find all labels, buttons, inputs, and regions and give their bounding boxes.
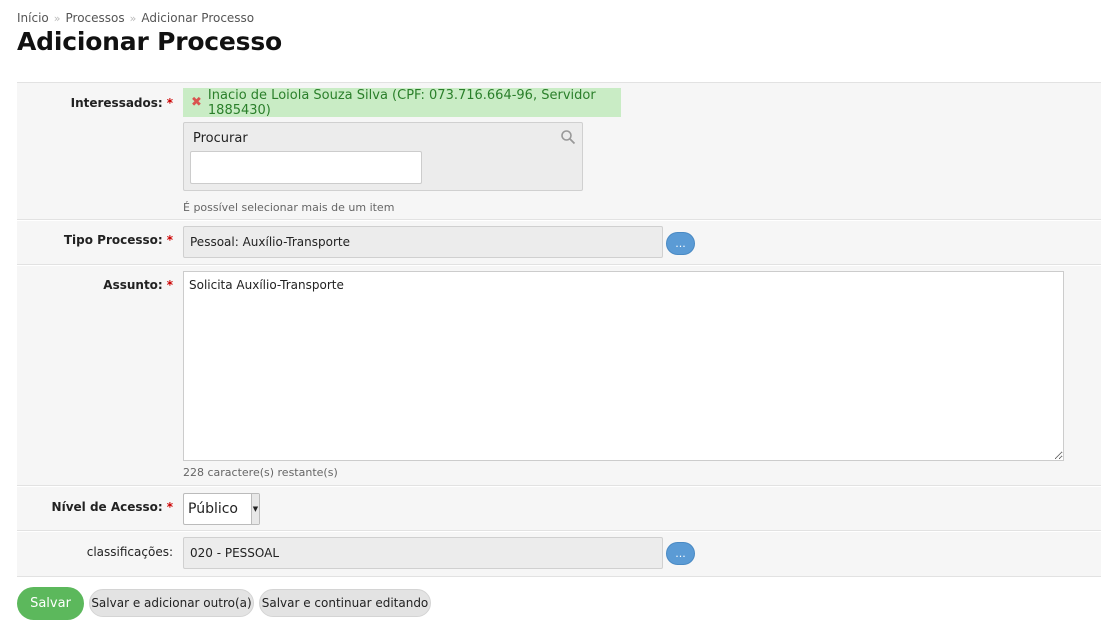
dropdown-arrow-icon[interactable]: ▼ — [251, 494, 259, 524]
remove-icon[interactable]: ✖ — [191, 95, 202, 110]
process-form: Interessados: * ✖ Inacio de Loiola Souza … — [17, 82, 1101, 577]
assunto-label: Assunto: * — [103, 278, 173, 292]
selected-interessado-chip: ✖ Inacio de Loiola Souza Silva (CPF: 073… — [183, 87, 621, 118]
nivel-acesso-selected: Público — [188, 501, 238, 517]
save-button[interactable]: Salvar — [17, 587, 84, 620]
page-title: Adicionar Processo — [17, 27, 283, 56]
breadcrumb-separator: » — [53, 11, 61, 25]
tipo-processo-label: Tipo Processo: * — [63, 233, 173, 247]
row-assunto: Assunto: * Solicita Auxílio-Transporte 22… — [17, 266, 1101, 486]
classificacoes-field[interactable]: 020 - PESSOAL — [183, 537, 663, 569]
row-classificacoes: classificações: 020 - PESSOAL ... — [17, 532, 1101, 577]
search-icon — [561, 130, 576, 145]
nivel-acesso-label: Nível de Acesso: * — [51, 500, 173, 514]
assunto-char-counter: 228 caractere(s) restante(s) — [183, 466, 338, 479]
row-nivel-acesso: Nível de Acesso: * Público ▼ — [17, 487, 1101, 531]
nivel-acesso-select[interactable]: Público ▼ — [183, 493, 260, 525]
interessados-label: Interessados: * — [70, 96, 173, 110]
save-continue-button[interactable]: Salvar e continuar editando — [259, 589, 431, 617]
classificacoes-lookup-button[interactable]: ... — [666, 542, 695, 565]
breadcrumb-home[interactable]: Início — [17, 11, 49, 25]
row-tipo-processo: Tipo Processo: * Pessoal: Auxílio-Transpo… — [17, 221, 1101, 265]
interessados-help-text: É possível selecionar mais de um item — [183, 201, 395, 214]
row-interessados: Interessados: * ✖ Inacio de Loiola Souza … — [17, 83, 1101, 220]
selected-interessado-text: Inacio de Loiola Souza Silva (CPF: 073.7… — [207, 87, 596, 118]
search-label: Procurar — [193, 131, 248, 146]
classificacoes-label: classificações: — [86, 545, 173, 559]
breadcrumb-processos[interactable]: Processos — [66, 11, 125, 25]
assunto-textarea[interactable]: Solicita Auxílio-Transporte — [183, 271, 1064, 461]
search-panel: Procurar — [183, 122, 583, 191]
breadcrumb: Início » Processos » Adicionar Processo — [17, 11, 254, 25]
tipo-processo-lookup-button[interactable]: ... — [666, 232, 695, 255]
search-input[interactable] — [190, 151, 422, 184]
save-add-another-button[interactable]: Salvar e adicionar outro(a) — [89, 589, 254, 617]
breadcrumb-current: Adicionar Processo — [141, 11, 255, 25]
breadcrumb-separator: » — [129, 11, 137, 25]
tipo-processo-field[interactable]: Pessoal: Auxílio-Transporte — [183, 226, 663, 258]
